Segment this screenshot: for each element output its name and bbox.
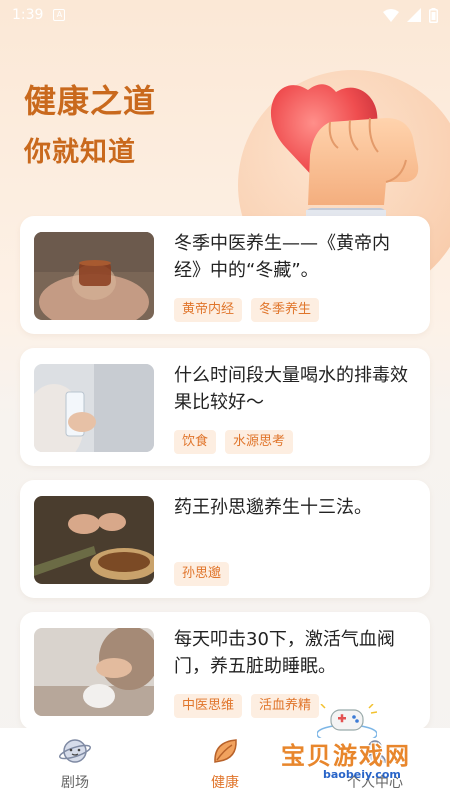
status-time: 1:39 <box>12 7 44 23</box>
hero-title: 健康之道 <box>24 82 157 120</box>
status-bar: 1:39 A <box>0 0 450 30</box>
watermark-text: 宝贝游戏网 <box>281 742 411 770</box>
wifi-icon <box>383 8 399 22</box>
tag-list: 孙思邈 <box>174 562 230 586</box>
article-thumbnail <box>34 364 154 452</box>
article-tag[interactable]: 黄帝内经 <box>174 298 243 322</box>
article-title: 什么时间段大量喝水的排毒效果比较好～ <box>174 365 408 413</box>
hero-banner: 健康之道 你就知道 <box>0 30 450 300</box>
hero-subtitle: 你就知道 <box>24 137 136 168</box>
gamepad-icon <box>317 704 377 738</box>
tab-theater[interactable]: 剧场 <box>15 736 135 792</box>
leaf-icon <box>214 739 237 763</box>
article-thumbnail <box>34 628 154 716</box>
tag-list: 饮食 水源思考 <box>174 430 294 454</box>
article-card[interactable]: 药王孙思邈养生十三法。 孙思邈 <box>20 480 430 598</box>
article-thumbnail <box>34 232 154 320</box>
signal-icon <box>407 8 421 22</box>
article-tag[interactable]: 冬季养生 <box>251 298 320 322</box>
tag-list: 黄帝内经 冬季养生 <box>174 298 320 322</box>
article-title: 药王孙思邈养生十三法。 <box>174 497 372 518</box>
notification-icon: A <box>53 9 66 21</box>
watermark: 宝贝游戏网 baobeiy.com <box>275 704 445 800</box>
article-title: 每天叩击30下，激活气血阀门，养五脏助睡眠。 <box>174 629 395 677</box>
tab-label: 剧场 <box>61 775 89 791</box>
battery-icon <box>429 7 438 23</box>
article-title: 冬季中医养生——《黄帝内经》中的“冬藏”。 <box>174 233 390 281</box>
planet-icon <box>58 739 92 763</box>
tab-label: 健康 <box>211 775 239 791</box>
article-tag[interactable]: 饮食 <box>174 430 217 454</box>
article-tag[interactable]: 孙思邈 <box>174 562 230 586</box>
article-thumbnail <box>34 496 154 584</box>
article-tag[interactable]: 水源思考 <box>225 430 294 454</box>
tab-health[interactable]: 健康 <box>165 736 285 792</box>
article-card[interactable]: 什么时间段大量喝水的排毒效果比较好～ 饮食 水源思考 <box>20 348 430 466</box>
watermark-url: baobeiy.com <box>323 768 401 781</box>
article-tag[interactable]: 中医思维 <box>174 694 243 718</box>
article-card[interactable]: 冬季中医养生——《黄帝内经》中的“冬藏”。 黄帝内经 冬季养生 <box>20 216 430 334</box>
